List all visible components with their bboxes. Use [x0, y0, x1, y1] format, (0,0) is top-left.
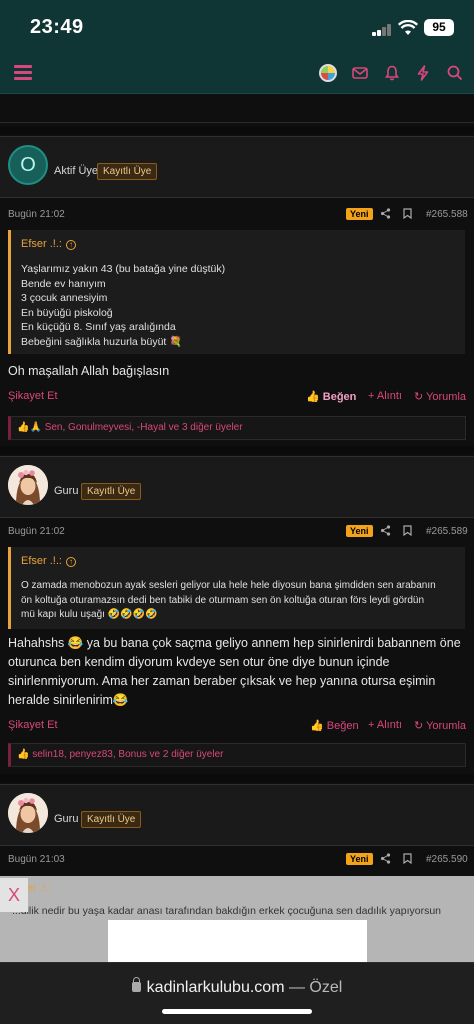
- share-icon[interactable]: [380, 208, 391, 219]
- lock-icon: [131, 977, 141, 992]
- user-role: Aktif Üye: [54, 165, 99, 177]
- reply-button[interactable]: ↻ Yorumla: [414, 390, 466, 403]
- post-meta: Bugün 21:02 Yeni #265.588: [0, 201, 474, 227]
- quote-partial: ...dilik nedir bu yaşa kadar anası taraf…: [12, 905, 442, 917]
- browser-address-bar[interactable]: kadinlarkulubu.com — Özel: [0, 962, 474, 1024]
- share-icon[interactable]: [380, 525, 391, 536]
- post-separator: [0, 446, 474, 454]
- post-message: Oh maşallah Allah bağışlasın: [8, 364, 170, 378]
- reply-icon: ↻: [414, 720, 427, 732]
- user-role: Guru: [54, 813, 79, 825]
- quote-button[interactable]: + Alıntı: [368, 390, 402, 402]
- menu-icon[interactable]: [14, 65, 32, 80]
- post-actions: Şikayet Et 👍 Beğen + Alıntı ↻ Yorumla: [0, 390, 474, 410]
- ad-overlay: [0, 876, 474, 962]
- subnav-strip: [0, 95, 474, 123]
- post-actions: Şikayet Et 👍 Beğen + Alıntı ↻ Yorumla: [0, 719, 474, 739]
- reply-label: Yorumla: [426, 720, 467, 732]
- quote-block: Efser .!.: ↑ Yaşlarımız yakın 43 (bu bata…: [8, 230, 465, 354]
- member-badge: Kayıtlı Üye: [81, 811, 142, 828]
- reaction-emoji: 👍🙏: [17, 422, 42, 433]
- quote-header[interactable]: Efser .!.: ↑: [21, 238, 76, 250]
- bookmark-icon[interactable]: [403, 208, 412, 219]
- post-author-block: Guru Kayıtlı Üye: [0, 456, 474, 518]
- reactions-list: selin18, penyez83, Bonus ve 2 diğer üyel…: [32, 749, 224, 760]
- thumbs-up-icon: 👍: [306, 391, 323, 403]
- like-button[interactable]: 👍 Beğen: [306, 390, 356, 403]
- post-separator: [0, 774, 474, 782]
- post-number[interactable]: #265.589: [426, 526, 468, 537]
- reply-label: Yorumla: [426, 391, 467, 403]
- reply-button[interactable]: ↻ Yorumla: [414, 719, 466, 732]
- private-mode-label: — Özel: [288, 979, 343, 996]
- post-number[interactable]: #265.590: [426, 854, 468, 865]
- post-number[interactable]: #265.588: [426, 209, 468, 220]
- arrow-up-icon: ↑: [65, 240, 76, 250]
- bell-icon[interactable]: [383, 64, 401, 82]
- top-nav: [0, 54, 474, 94]
- user-role: Guru: [54, 485, 79, 497]
- reactions-bar[interactable]: 👍🙏 Sen, Gonulmeyvesi, -Hayal ve 3 diğer …: [8, 416, 466, 440]
- wifi-icon: [398, 20, 418, 35]
- quote-block: Efser .!.: ↑ O zamada menobozun ayak sesl…: [8, 547, 465, 629]
- new-badge: Yeni: [346, 525, 373, 537]
- member-badge: Kayıtlı Üye: [81, 483, 142, 500]
- share-icon[interactable]: [380, 853, 391, 864]
- post-message: Hahahshs 😂 ya bu bana çok saçma geliyo a…: [8, 636, 461, 707]
- thumbs-up-icon: 👍: [310, 720, 327, 732]
- avatar[interactable]: O: [8, 145, 48, 185]
- bookmark-icon[interactable]: [403, 525, 412, 536]
- ad-banner[interactable]: [108, 920, 367, 962]
- quote-button[interactable]: + Alıntı: [368, 719, 402, 731]
- like-label: Beğen: [326, 720, 359, 732]
- avatar-letter: O: [20, 154, 36, 176]
- post-author-block: Guru Kayıtlı Üye: [0, 784, 474, 846]
- ad-close-button[interactable]: X: [0, 878, 28, 912]
- user-avatar[interactable]: [319, 64, 337, 82]
- new-badge: Yeni: [346, 853, 373, 865]
- post-author-block: O Aktif Üye Kayıtlı Üye: [0, 136, 474, 198]
- home-indicator[interactable]: [162, 1009, 312, 1014]
- cellular-signal-icon: [372, 24, 392, 36]
- report-button[interactable]: Şikayet Et: [8, 719, 58, 731]
- bookmark-icon[interactable]: [403, 853, 412, 864]
- avatar-illustration: [8, 793, 48, 833]
- post-date[interactable]: Bugün 21:02: [8, 209, 65, 220]
- clock: 23:49: [30, 16, 84, 38]
- url-display[interactable]: kadinlarkulubu.com — Özel: [0, 977, 474, 997]
- like-label: Beğen: [322, 391, 357, 403]
- quote-header[interactable]: Efser .!.: ↑: [21, 555, 76, 567]
- quote-author: Efser .!.:: [21, 238, 62, 250]
- post-date[interactable]: Bugün 21:03: [8, 854, 65, 865]
- domain: kadinlarkulubu.com: [146, 979, 285, 996]
- mail-icon[interactable]: [351, 64, 369, 82]
- avatar-illustration: [8, 465, 48, 505]
- status-bar: 23:49 95: [0, 0, 474, 54]
- post-meta: Bugün 21:03 Yeni #265.590: [0, 846, 474, 872]
- member-badge: Kayıtlı Üye: [97, 163, 158, 180]
- reactions-bar[interactable]: 👍 selin18, penyez83, Bonus ve 2 diğer üy…: [8, 743, 466, 767]
- post-date[interactable]: Bugün 21:02: [8, 526, 65, 537]
- report-button[interactable]: Şikayet Et: [8, 390, 58, 402]
- post-meta: Bugün 21:02 Yeni #265.589: [0, 518, 474, 544]
- reply-icon: ↻: [414, 391, 427, 403]
- avatar[interactable]: [8, 793, 48, 833]
- search-icon[interactable]: [446, 64, 464, 82]
- battery-icon: 95: [424, 19, 454, 36]
- bolt-icon[interactable]: [414, 64, 432, 82]
- quote-body: Yaşlarımız yakın 43 (bu batağa yine düşt…: [21, 263, 226, 348]
- like-button[interactable]: 👍 Beğen: [310, 719, 359, 732]
- reaction-emoji: 👍: [17, 749, 30, 760]
- post-separator: [0, 126, 474, 134]
- avatar[interactable]: [8, 465, 48, 505]
- quote-body: O zamada menobozun ayak sesleri geliyor …: [21, 580, 436, 620]
- new-badge: Yeni: [346, 208, 373, 220]
- reactions-list: Sen, Gonulmeyvesi, -Hayal ve 3 diğer üye…: [44, 422, 243, 433]
- quote-author: Efser .!.:: [21, 555, 62, 567]
- arrow-up-icon: ↑: [65, 557, 76, 567]
